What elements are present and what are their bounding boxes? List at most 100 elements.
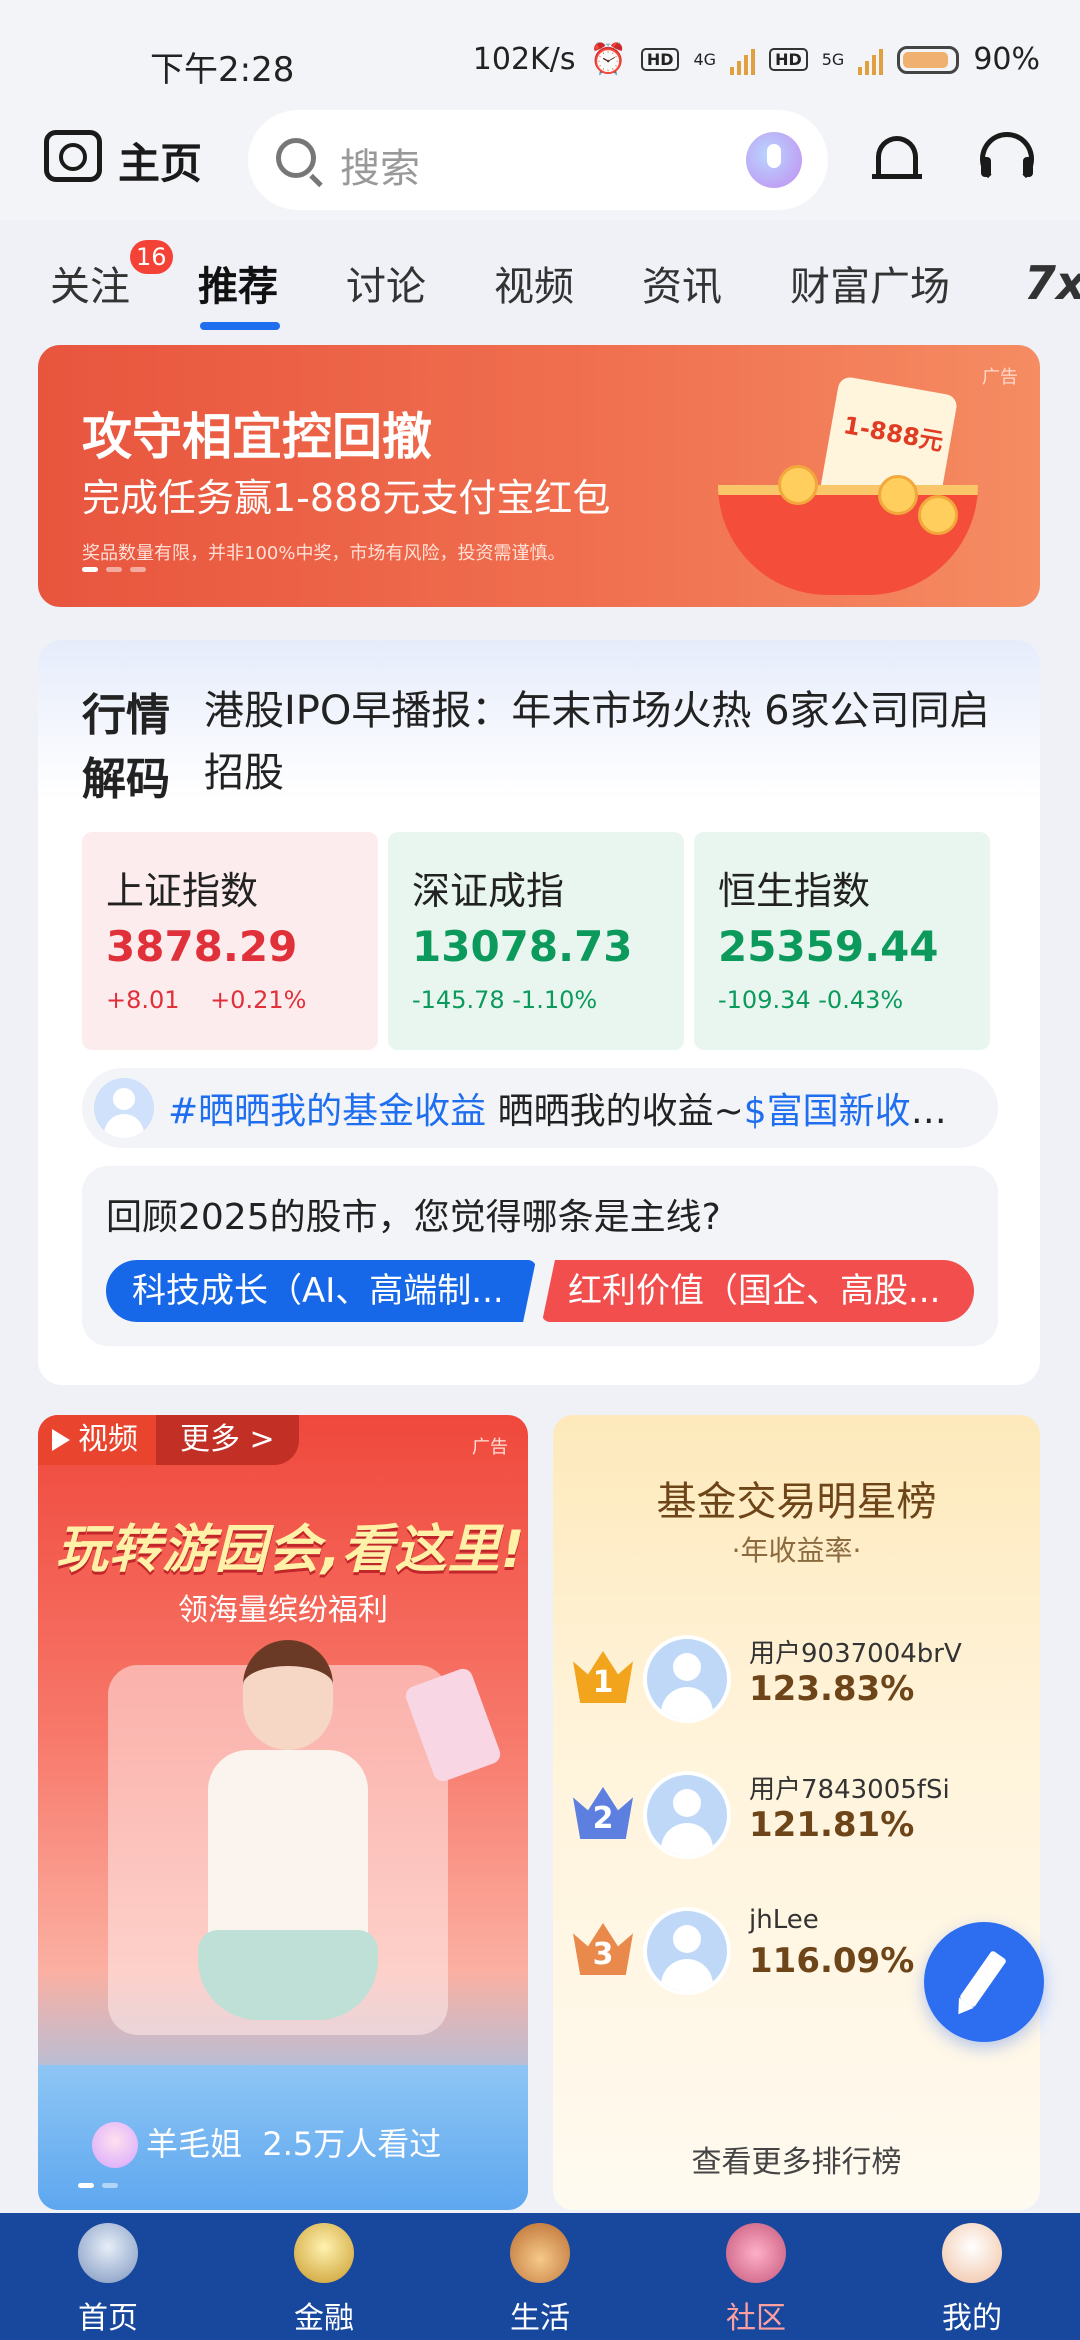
ad-label: 广告 <box>472 1437 508 1458</box>
signal-icon <box>730 45 756 75</box>
battery-percent: 90% <box>973 42 1040 77</box>
tab-wealth-plaza[interactable]: 财富广场 <box>790 254 950 312</box>
banner-title: 攻守相宜控回撤 <box>82 408 432 466</box>
ranking-user: 用户9037004brV <box>749 1639 962 1669</box>
nav-item-community[interactable]: 社区 <box>648 2213 864 2340</box>
status-time: 下午2:28 <box>150 50 295 90</box>
nav-label: 我的 <box>942 2301 1002 2336</box>
banner-pagination <box>82 567 146 572</box>
more-rankings-link[interactable]: 查看更多排行榜 <box>553 2137 1040 2181</box>
battery-icon <box>897 45 960 74</box>
index-name: 深证成指 <box>412 869 565 913</box>
video-ad-card[interactable]: 视频 更多 > 广告 玩转游园会,看这里! 领海量缤纷福利 羊毛姐 2.5万人看… <box>38 1415 528 2210</box>
nav-label: 生活 <box>510 2301 570 2336</box>
topic-body: 晒晒我的收益~ <box>486 1091 744 1132</box>
bottom-navigation: 首页 金融 生活 社区 我的 <box>0 2213 1080 2340</box>
tab-7x24[interactable]: 7x2 <box>1024 256 1080 310</box>
video-tag-label: 视频 <box>78 1422 138 1457</box>
index-change: -145.78 -1.10% <box>412 986 598 1014</box>
active-tab-indicator <box>200 322 280 330</box>
tab-discussion[interactable]: 讨论 <box>346 254 426 312</box>
promo-banner[interactable]: 攻守相宜控回撤 完成任务赢1-888元支付宝红包 奖品数量有限，并非100%中奖… <box>38 345 1040 607</box>
index-value: 25359.44 <box>718 922 939 971</box>
poll-card: 回顾2025的股市，您觉得哪条是主线? 科技成长（AI、高端制... 红利价值（… <box>82 1166 998 1346</box>
rank-medal-icon: 2 <box>573 1787 633 1839</box>
tab-news[interactable]: 资讯 <box>642 254 722 312</box>
network-speed: 102K/s <box>472 42 576 77</box>
nav-label: 金融 <box>294 2301 354 2336</box>
pencil-icon <box>958 1950 1008 2008</box>
red-packet-illustration: 1-888元 <box>678 375 1018 595</box>
play-icon <box>52 1429 70 1451</box>
tab-video[interactable]: 视频 <box>494 254 574 312</box>
index-value: 13078.73 <box>412 922 633 971</box>
banner-subtitle: 完成任务赢1-888元支付宝红包 <box>82 476 611 520</box>
nav-item-mine[interactable]: 我的 <box>864 2213 1080 2340</box>
home-scan-icon[interactable] <box>44 130 102 182</box>
nav-item-life[interactable]: 生活 <box>432 2213 648 2340</box>
poll-option-dividend[interactable]: 红利价值（国企、高股... <box>542 1260 974 1322</box>
rank-medal-icon: 1 <box>573 1651 633 1703</box>
search-placeholder: 搜索 <box>340 146 420 192</box>
video-more-button[interactable]: 更多 > <box>156 1415 299 1465</box>
home-label[interactable]: 主页 <box>118 130 202 191</box>
nav-item-home[interactable]: 首页 <box>0 2213 216 2340</box>
red-packet-amount: 1-888元 <box>841 411 946 457</box>
bell-icon[interactable] <box>872 132 922 186</box>
ranking-row[interactable]: 2 用户7843005fSi 121.81% <box>573 1761 1033 1861</box>
follow-count-badge: 16 <box>130 240 173 274</box>
search-bar[interactable]: 搜索 <box>248 110 828 210</box>
status-bar: 下午2:28 102K/s ⏰ HD 4G HD 5G 90% <box>0 0 1080 110</box>
customer-service-icon[interactable] <box>980 132 1034 186</box>
topic-strip[interactable]: #晒晒我的基金收益 晒晒我的收益~$富国新收益... <box>82 1068 998 1148</box>
index-name: 恒生指数 <box>718 869 871 913</box>
compose-post-button[interactable] <box>924 1922 1044 2042</box>
rank-medal-icon: 3 <box>573 1923 633 1975</box>
video-author-views: 羊毛姐 2.5万人看过 <box>146 2125 442 2163</box>
status-indicators: 102K/s ⏰ HD 4G HD 5G 90% <box>473 42 1040 77</box>
fund-ranking-card[interactable]: 基金交易明星榜 ·年收益率· 1 用户9037004brV 123.83% 2 … <box>553 1415 1040 2210</box>
nav-label: 社区 <box>726 2301 786 2336</box>
ranking-user: 用户7843005fSi <box>749 1775 950 1805</box>
topic-fund-link[interactable]: $富国新收益... <box>744 1091 978 1132</box>
index-card-shanghai[interactable]: 上证指数 3878.29 +8.01 +0.21% <box>82 832 378 1050</box>
banner-disclaimer: 奖品数量有限，并非100%中奖，市场有风险，投资需谨慎。 <box>82 543 566 564</box>
video-subtitle: 领海量缤纷福利 <box>178 1593 388 1628</box>
poll-question: 回顾2025的股市，您觉得哪条是主线? <box>106 1197 721 1238</box>
index-value: 3878.29 <box>106 922 298 971</box>
topic-hashtag[interactable]: #晒晒我的基金收益 <box>168 1091 486 1132</box>
content-tabs: 关注 16 推荐 讨论 视频 资讯 财富广场 7x2 <box>0 240 1080 340</box>
signal-icon-2 <box>858 45 884 75</box>
nav-label: 首页 <box>78 2301 138 2336</box>
search-icon <box>276 138 316 178</box>
tab-recommend[interactable]: 推荐 <box>198 254 278 312</box>
avatar <box>94 1078 154 1138</box>
hd-badge-2: HD <box>769 48 808 71</box>
network-type-2: 5G <box>821 50 845 69</box>
network-type-1: 4G <box>693 50 717 69</box>
index-card-shenzhen[interactable]: 深证成指 13078.73 -145.78 -1.10% <box>388 832 684 1050</box>
video-pagination <box>78 2183 118 2188</box>
video-title: 玩转游园会,看这里! <box>56 1520 526 1580</box>
video-tag: 视频 <box>38 1415 156 1465</box>
ranking-return: 121.81% <box>749 1805 915 1845</box>
topic-text: #晒晒我的基金收益 晒晒我的收益~$富国新收益... <box>168 1082 978 1134</box>
video-tag-group: 视频 更多 > <box>38 1415 299 1465</box>
video-thumbnail-person <box>188 1640 388 2020</box>
building-icon <box>78 2223 138 2283</box>
poll-option-tech[interactable]: 科技成长（AI、高端制... <box>106 1260 536 1322</box>
avatar <box>643 1771 731 1859</box>
ranking-subtitle: ·年收益率· <box>731 1534 862 1567</box>
ranking-title: 基金交易明星榜 <box>656 1479 937 1525</box>
tab-follow[interactable]: 关注 <box>50 254 130 312</box>
nav-item-finance[interactable]: 金融 <box>216 2213 432 2340</box>
market-decode-card: 行情解码 港股IPO早播报：年末市场火热 6家公司同启招股 上证指数 3878.… <box>38 640 1040 1385</box>
index-name: 上证指数 <box>106 869 259 913</box>
market-headline[interactable]: 港股IPO早播报：年末市场火热 6家公司同启招股 <box>204 680 1004 804</box>
index-card-hangseng[interactable]: 恒生指数 25359.44 -109.34 -0.43% <box>694 832 990 1050</box>
community-badge-icon <box>726 2223 786 2283</box>
avatar <box>643 1907 731 1995</box>
ranking-row[interactable]: 1 用户9037004brV 123.83% <box>573 1625 1033 1725</box>
gold-coin-icon <box>294 2223 354 2283</box>
voice-search-icon[interactable] <box>746 132 802 188</box>
